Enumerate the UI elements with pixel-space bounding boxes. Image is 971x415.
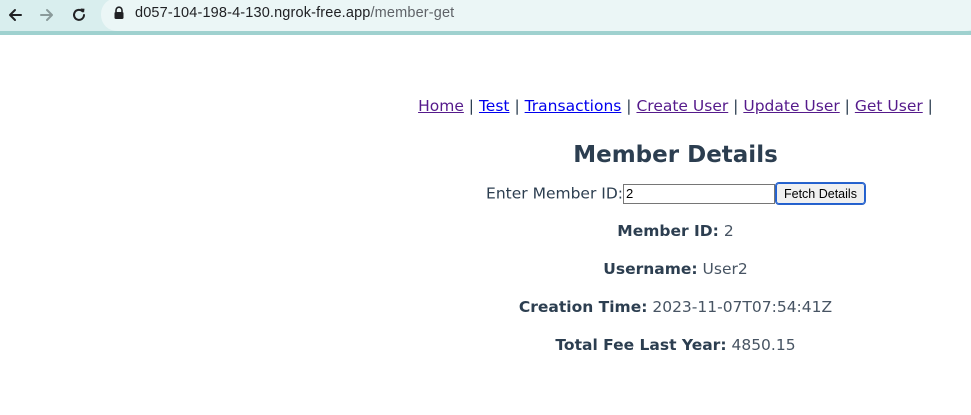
detail-member-id: Member ID: 2 xyxy=(350,220,971,242)
nav-link-home[interactable]: Home xyxy=(418,97,464,115)
nav-link-create-user[interactable]: Create User xyxy=(636,97,728,115)
detail-value: 4850.15 xyxy=(731,336,796,354)
forward-button[interactable] xyxy=(35,3,59,27)
detail-username: Username: User2 xyxy=(350,258,971,280)
detail-value: User2 xyxy=(702,260,748,278)
nav-separator: | xyxy=(626,97,632,115)
detail-creation-time: Creation Time: 2023-11-07T07:54:41Z xyxy=(350,296,971,318)
detail-label: Total Fee Last Year: xyxy=(555,336,727,354)
url-host: d057-104-198-4-130.ngrok-free.app xyxy=(135,5,371,21)
nav-link-test[interactable]: Test xyxy=(479,97,510,115)
fetch-details-button[interactable]: Fetch Details xyxy=(775,182,866,205)
reload-icon xyxy=(73,8,85,21)
reload-button[interactable] xyxy=(67,3,91,27)
nav-link-update-user[interactable]: Update User xyxy=(743,97,839,115)
member-id-input[interactable] xyxy=(623,183,775,204)
address-bar[interactable]: d057-104-198-4-130.ngrok-free.app/member… xyxy=(101,0,971,31)
member-id-form: Enter Member ID: Fetch Details xyxy=(350,182,971,205)
back-button[interactable] xyxy=(3,3,27,27)
top-nav: Home | Test | Transactions | Create User… xyxy=(350,95,971,117)
nav-link-get-user[interactable]: Get User xyxy=(855,97,923,115)
detail-label: Member ID: xyxy=(617,222,719,240)
forward-arrow-icon xyxy=(40,9,53,21)
detail-value: 2023-11-07T07:54:41Z xyxy=(652,298,833,316)
nav-separator: | xyxy=(468,97,475,115)
back-arrow-icon xyxy=(9,9,22,21)
detail-value: 2 xyxy=(723,222,734,240)
nav-separator: | xyxy=(927,97,933,115)
nav-separator: | xyxy=(514,97,520,115)
member-id-label: Enter Member ID: xyxy=(486,184,623,203)
url-path: /member-get xyxy=(370,5,455,21)
detail-label: Creation Time: xyxy=(518,298,648,316)
nav-separator: | xyxy=(733,97,739,115)
browser-toolbar: d057-104-198-4-130.ngrok-free.app/member… xyxy=(0,0,971,35)
lock-icon xyxy=(114,6,124,19)
page-content: Home | Test | Transactions | Create User… xyxy=(350,35,971,356)
nav-link-transactions[interactable]: Transactions xyxy=(525,97,622,115)
nav-separator: | xyxy=(844,97,850,115)
url-text: d057-104-198-4-130.ngrok-free.app/member… xyxy=(135,5,454,21)
detail-label: Username: xyxy=(603,260,698,278)
detail-total-fee: Total Fee Last Year: 4850.15 xyxy=(350,334,971,356)
page-title: Member Details xyxy=(573,142,778,168)
